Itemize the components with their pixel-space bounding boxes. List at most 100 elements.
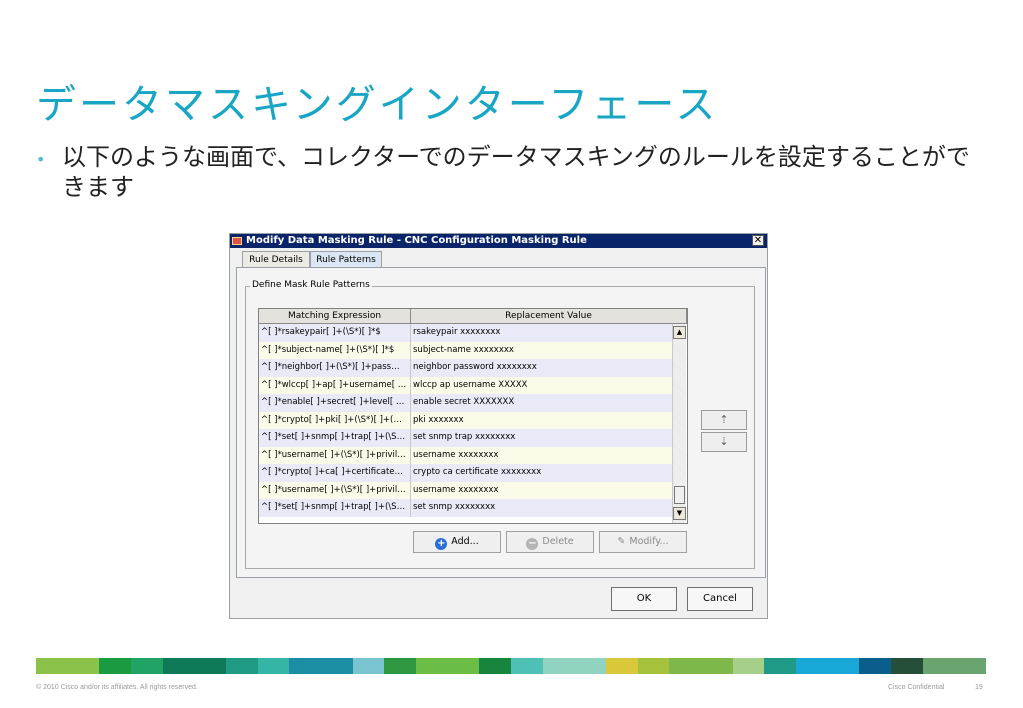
- tab-rule-details[interactable]: Rule Details: [242, 251, 310, 267]
- move-up-icon: ⇡: [719, 413, 729, 426]
- replacement-value-cell: username xxxxxxxx: [413, 449, 499, 460]
- replacement-value-cell: pki xxxxxxx: [413, 414, 464, 425]
- pencil-icon: ✎: [617, 536, 626, 547]
- confidential-label: Cisco Confidential: [888, 684, 945, 691]
- patterns-table: Matching Expression Replacement Value ^[…: [258, 308, 688, 524]
- add-button-label: Add...: [451, 536, 479, 547]
- table-row[interactable]: ^[ ]*crypto[ ]+pki[ ]+(\S*)[ ]+(… pki xxx…: [259, 411, 672, 429]
- delete-button-label: Delete: [542, 536, 574, 547]
- matching-expression-cell: ^[ ]*username[ ]+(\S*)[ ]+privil…: [261, 484, 406, 495]
- stripe-segment: [162, 658, 226, 674]
- slide-title: データマスキングインターフェース: [36, 82, 719, 128]
- replacement-value-cell: subject-name xxxxxxxx: [413, 344, 514, 355]
- stripe-segment: [257, 658, 290, 674]
- column-divider: [410, 429, 411, 447]
- stripe-segment: [99, 658, 131, 674]
- scroll-thumb[interactable]: [674, 486, 685, 504]
- stripe-segment: [922, 658, 987, 674]
- table-scrollbar[interactable]: ▲ ▼: [672, 324, 686, 523]
- column-divider: [410, 481, 411, 499]
- modify-button[interactable]: ✎ Modify...: [599, 531, 687, 553]
- cancel-button[interactable]: Cancel: [687, 587, 753, 611]
- delete-button[interactable]: − Delete: [506, 531, 594, 553]
- close-icon[interactable]: ✕: [752, 235, 764, 246]
- stripe-segment: [131, 658, 163, 674]
- table-row[interactable]: ^[ ]*neighbor[ ]+(\S*)[ ]+pass… neighbor …: [259, 359, 672, 377]
- replacement-value-cell: enable secret XXXXXXX: [413, 397, 515, 407]
- column-header-replacement-value[interactable]: Replacement Value: [411, 309, 687, 324]
- replacement-value-cell: rsakeypair xxxxxxxx: [413, 327, 501, 337]
- stripe-segment: [511, 658, 543, 674]
- table-row[interactable]: ^[ ]*set[ ]+snmp[ ]+trap[ ]+(\S… set snmp…: [259, 429, 672, 447]
- table-row[interactable]: ^[ ]*username[ ]+(\S*)[ ]+privil… usernam…: [259, 446, 672, 464]
- matching-expression-cell: ^[ ]*wlccp[ ]+ap[ ]+username[ …: [261, 379, 407, 390]
- stripe-segment: [479, 658, 512, 674]
- table-row[interactable]: ^[ ]*subject-name[ ]+(\S*)[ ]*$ subject-n…: [259, 341, 672, 359]
- stripe-segment: [764, 658, 797, 674]
- dialog-title: Modify Data Masking Rule - CNC Configura…: [246, 235, 587, 246]
- stripe-segment: [352, 658, 385, 674]
- replacement-value-cell: set snmp xxxxxxxx: [413, 502, 496, 512]
- scroll-up-arrow-icon[interactable]: ▲: [673, 326, 686, 339]
- stripe-segment: [669, 658, 733, 674]
- move-down-button[interactable]: ⇣: [701, 432, 747, 452]
- table-row[interactable]: ^[ ]*crypto[ ]+ca[ ]+certificate… crypto …: [259, 464, 672, 482]
- matching-expression-cell: ^[ ]*set[ ]+snmp[ ]+trap[ ]+(\S…: [261, 502, 406, 512]
- stripe-segment: [732, 658, 765, 674]
- column-divider: [410, 324, 411, 342]
- matching-expression-cell: ^[ ]*neighbor[ ]+(\S*)[ ]+pass…: [261, 362, 400, 372]
- app-icon: [232, 237, 242, 245]
- table-row[interactable]: ^[ ]*set[ ]+snmp[ ]+trap[ ]+(\S… set snmp…: [259, 499, 672, 517]
- copyright-text: © 2010 Cisco and/or its affiliates. All …: [36, 684, 198, 691]
- stripe-segment: [859, 658, 892, 674]
- add-button[interactable]: + Add...: [413, 531, 501, 553]
- stripe-segment: [384, 658, 417, 674]
- replacement-value-cell: neighbor password xxxxxxxx: [413, 362, 537, 372]
- column-divider: [410, 411, 411, 429]
- matching-expression-cell: ^[ ]*rsakeypair[ ]+(\S*)[ ]*$: [261, 327, 381, 337]
- move-down-icon: ⇣: [719, 435, 729, 448]
- rule-patterns-panel: Define Mask Rule Patterns Matching Expre…: [236, 267, 766, 578]
- column-header-matching-expression[interactable]: Matching Expression: [259, 309, 411, 324]
- delete-minus-icon: −: [526, 538, 539, 550]
- column-divider: [410, 359, 411, 377]
- cisco-color-stripe: [36, 658, 987, 674]
- table-row[interactable]: ^[ ]*rsakeypair[ ]+(\S*)[ ]*$ rsakeypair …: [259, 324, 672, 342]
- stripe-segment: [891, 658, 923, 674]
- move-up-button[interactable]: ⇡: [701, 410, 747, 430]
- column-divider: [410, 341, 411, 359]
- replacement-value-cell: set snmp trap xxxxxxxx: [413, 432, 516, 442]
- ok-button[interactable]: OK: [611, 587, 677, 611]
- page-number: 19: [975, 684, 983, 691]
- scroll-down-arrow-icon[interactable]: ▼: [673, 507, 686, 520]
- stripe-segment: [226, 658, 258, 674]
- table-row[interactable]: ^[ ]*enable[ ]+secret[ ]+level[ … enable …: [259, 394, 672, 412]
- table-row[interactable]: ^[ ]*username[ ]+(\S*)[ ]+privil… usernam…: [259, 481, 672, 499]
- tab-rule-patterns[interactable]: Rule Patterns: [310, 251, 382, 267]
- modify-button-label: Modify...: [629, 536, 669, 547]
- replacement-value-cell: crypto ca certificate xxxxxxxx: [413, 467, 542, 477]
- column-divider: [410, 376, 411, 394]
- modify-masking-rule-dialog: Modify Data Masking Rule - CNC Configura…: [229, 233, 768, 619]
- matching-expression-cell: ^[ ]*username[ ]+(\S*)[ ]+privil…: [261, 449, 406, 460]
- matching-expression-cell: ^[ ]*enable[ ]+secret[ ]+level[ …: [261, 397, 405, 407]
- add-plus-icon: +: [435, 538, 448, 550]
- stripe-segment: [542, 658, 607, 674]
- matching-expression-cell: ^[ ]*crypto[ ]+ca[ ]+certificate…: [261, 467, 404, 477]
- stripe-segment: [796, 658, 860, 674]
- matching-expression-cell: ^[ ]*set[ ]+snmp[ ]+trap[ ]+(\S…: [261, 432, 406, 442]
- stripe-segment: [637, 658, 670, 674]
- column-divider: [410, 394, 411, 412]
- group-label: Define Mask Rule Patterns: [250, 280, 372, 290]
- stripe-segment: [416, 658, 480, 674]
- bullet-marker: •: [36, 150, 46, 169]
- matching-expression-cell: ^[ ]*crypto[ ]+pki[ ]+(\S*)[ ]+(…: [261, 414, 402, 425]
- stripe-segment: [606, 658, 638, 674]
- replacement-value-cell: username xxxxxxxx: [413, 484, 499, 495]
- bullet-text: 以下のような画面で、コレクターでのデータマスキングのルールを設定することができま…: [62, 143, 970, 201]
- stripe-segment: [36, 658, 100, 674]
- dialog-titlebar[interactable]: Modify Data Masking Rule - CNC Configura…: [230, 234, 767, 248]
- replacement-value-cell: wlccp ap username XXXXX: [413, 379, 528, 390]
- table-row[interactable]: ^[ ]*wlccp[ ]+ap[ ]+username[ … wlccp ap …: [259, 376, 672, 394]
- matching-expression-cell: ^[ ]*subject-name[ ]+(\S*)[ ]*$: [261, 344, 395, 355]
